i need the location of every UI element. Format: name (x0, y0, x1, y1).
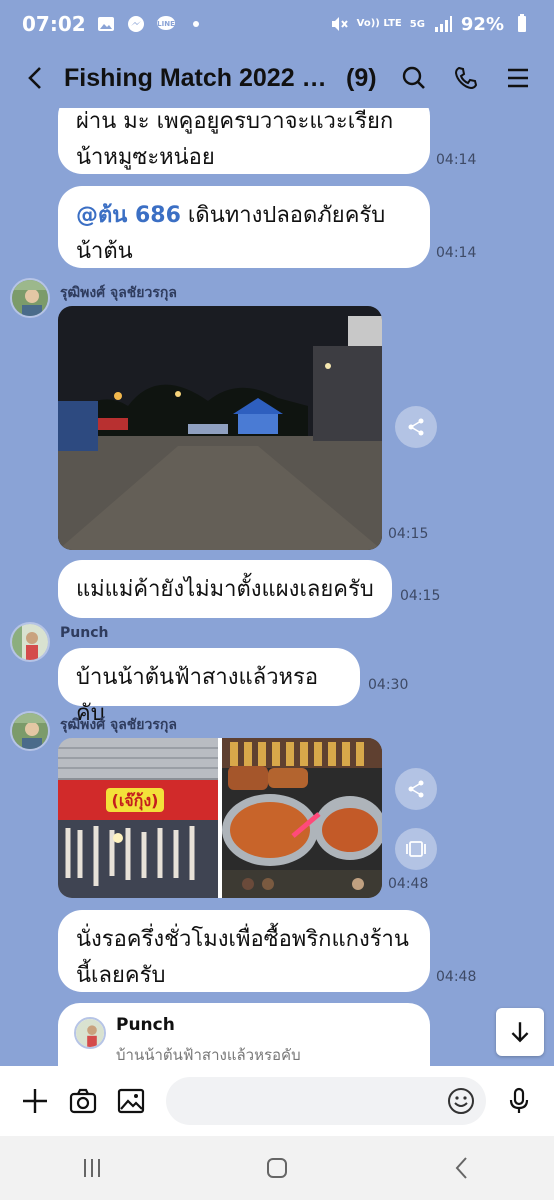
avatar[interactable] (10, 622, 50, 662)
hamburger-icon (508, 68, 528, 88)
clock: 07:02 (22, 12, 86, 36)
gallery-icon (96, 14, 116, 34)
add-button[interactable] (14, 1080, 56, 1122)
message-bubble[interactable]: แม่แม่ค้ายังไม่มาตั้งแผงเลยครับ (58, 560, 392, 618)
sender-name: Punch (60, 625, 109, 641)
album-icon (406, 841, 426, 857)
home-icon (266, 1158, 287, 1178)
sender-name: รุฒิพงศ์ จุลชัยวรกุล (60, 285, 177, 301)
voice-button[interactable] (498, 1080, 540, 1122)
message-text: แม่แม่ค้ายังไม่มาตั้งแผงเลยครับ (76, 577, 374, 602)
chevron-left-icon (455, 1157, 467, 1179)
message-bubble[interactable]: @ต้น 686 เดินทางปลอดภัยครับน้าต้น (58, 186, 430, 268)
system-back-button[interactable] (432, 1148, 492, 1188)
phone-icon (454, 66, 478, 90)
photo-album[interactable]: (เจ๊กุ้ง) (58, 738, 382, 898)
sender-name: รุฒิพงศ์ จุลชัยวรกุล (60, 717, 177, 733)
battery-percent: 92% (460, 13, 504, 35)
message-time: 04:48 (436, 969, 477, 985)
signal-icon (433, 14, 453, 34)
search-button[interactable] (396, 60, 432, 96)
message-time: 04:15 (388, 526, 429, 542)
chat-area[interactable]: ผ่าน มะ เพคูอยูครบวาจะแวะเรียก น้าหมูซะห… (0, 108, 554, 1066)
photo-message[interactable] (58, 306, 382, 550)
message-time: 04:14 (436, 152, 477, 168)
recent-apps-button[interactable] (62, 1148, 122, 1188)
svg-text:LINE: LINE (157, 20, 175, 28)
chat-header: Fishing Match 2022 ค... (9) (0, 48, 554, 108)
message-bubble[interactable]: นั่งรอครึ่งชั่วโมงเพื่อซื้อพริกแกงร้านนี… (58, 910, 430, 992)
chat-title[interactable]: Fishing Match 2022 ค... (64, 58, 334, 98)
message-time: 04:48 (388, 876, 429, 892)
message-bubble[interactable]: ผ่าน มะ เพคูอยูครบวาจะแวะเรียก น้าหมูซะห… (58, 108, 430, 174)
status-bar: 07:02 LINE Vo)) LTE 5G 92% (0, 0, 554, 48)
chevron-left-icon (28, 67, 41, 89)
share-icon (408, 780, 424, 798)
emoji-icon[interactable] (446, 1086, 476, 1116)
share-icon (408, 418, 424, 436)
gallery-button[interactable] (110, 1080, 152, 1122)
scroll-to-bottom-button[interactable] (496, 1008, 544, 1056)
back-button[interactable] (18, 60, 54, 96)
system-navigation-bar (0, 1136, 554, 1200)
message-bubble[interactable]: บ้านน้าต้นฟ้าสางแล้วหรอคับ (58, 648, 360, 726)
avatar (74, 1017, 106, 1049)
camera-button[interactable] (62, 1080, 104, 1122)
mute-icon (329, 14, 349, 34)
message-time: 04:14 (436, 245, 477, 261)
reply-quote-text: บ้านน้าต้นฟ้าสางแล้วหรอคับ (116, 1046, 301, 1064)
album-view-button[interactable] (395, 828, 437, 870)
line-icon: LINE (156, 14, 176, 34)
network-label: 5G (409, 18, 425, 30)
image-icon (117, 1088, 145, 1114)
home-button[interactable] (247, 1148, 307, 1188)
share-button[interactable] (395, 768, 437, 810)
reply-sender-name: Punch (116, 1015, 175, 1035)
plus-icon (23, 1089, 47, 1113)
avatar[interactable] (10, 278, 50, 318)
share-button[interactable] (395, 406, 437, 448)
message-input[interactable] (166, 1077, 486, 1125)
battery-icon (512, 14, 532, 34)
volte-label: Vo)) LTE (356, 18, 402, 29)
call-button[interactable] (448, 60, 484, 96)
member-count[interactable]: (9) (346, 64, 377, 93)
dot-icon (186, 14, 206, 34)
search-icon (402, 66, 425, 89)
message-input-bar (0, 1066, 554, 1136)
arrow-down-icon (511, 1022, 529, 1043)
messenger-icon (126, 14, 146, 34)
message-time: 04:15 (400, 588, 441, 604)
avatar[interactable] (10, 711, 50, 751)
recents-icon (84, 1159, 101, 1177)
camera-icon (69, 1088, 97, 1114)
menu-button[interactable] (500, 60, 536, 96)
microphone-icon (509, 1087, 529, 1113)
message-text: นั่งรอครึ่งชั่วโมงเพื่อซื้อพริกแกงร้านนี… (76, 927, 409, 988)
message-text: ผ่าน มะ เพคูอยูครบวาจะแวะเรียก น้าหมูซะห… (76, 109, 394, 170)
shop-sign-text: (เจ๊กุ้ง) (112, 791, 159, 811)
reply-message-card[interactable]: Punch บ้านน้าต้นฟ้าสางแล้วหรอคับ (58, 1003, 430, 1066)
mention-link[interactable]: @ต้น 686 (76, 203, 181, 228)
message-time: 04:30 (368, 677, 409, 693)
